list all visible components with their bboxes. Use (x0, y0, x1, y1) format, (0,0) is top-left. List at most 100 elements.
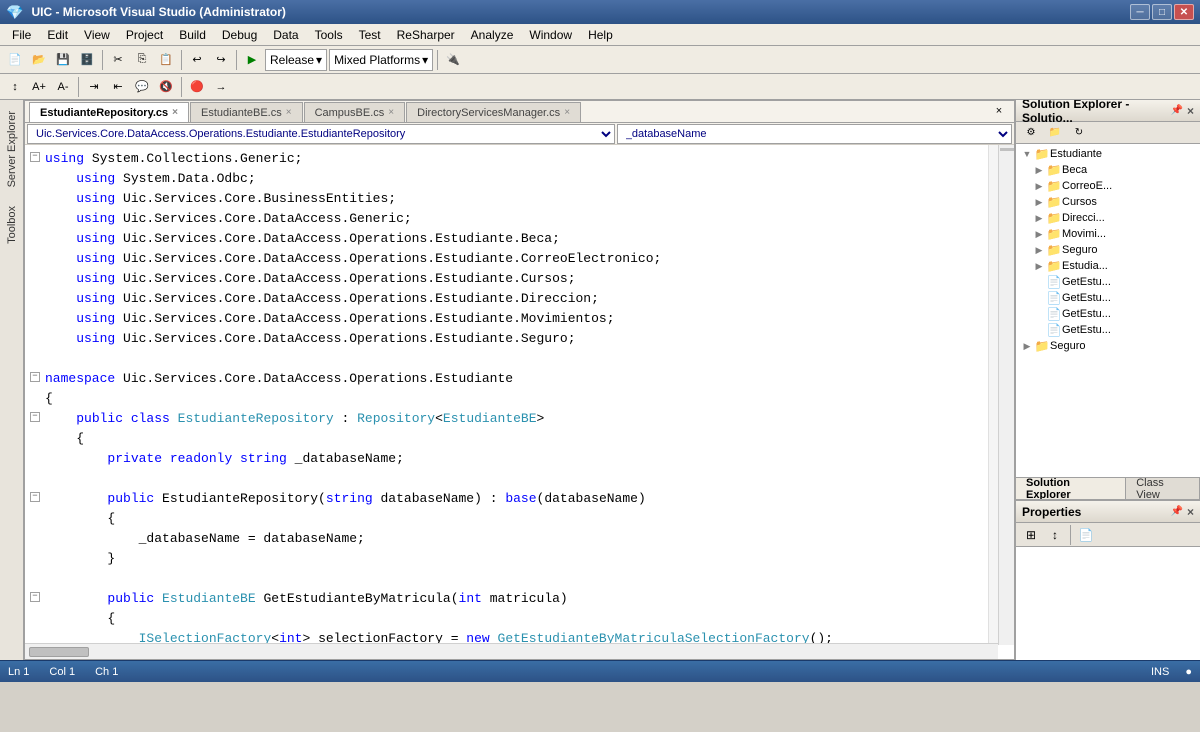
menu-item-edit[interactable]: Edit (39, 26, 76, 44)
tree-item-getestu1[interactable]: 📄 GetEstu... (1016, 274, 1200, 290)
menu-item-data[interactable]: Data (265, 26, 306, 44)
expand-23[interactable]: − (29, 589, 43, 604)
tab-close-3[interactable]: × (564, 107, 570, 118)
btn-r2-2[interactable]: A+ (28, 76, 50, 98)
tree-expand[interactable]: ▶ (1020, 341, 1034, 352)
redo-btn[interactable]: ↪ (210, 49, 232, 71)
maximize-button[interactable]: □ (1152, 4, 1172, 20)
tree-expand[interactable]: ▶ (1032, 245, 1046, 256)
step-btn[interactable]: → (210, 76, 232, 98)
new-project-btn[interactable]: 📄 (4, 49, 26, 71)
menu-item-help[interactable]: Help (580, 26, 621, 44)
uncomment-btn[interactable]: 🔇 (155, 76, 177, 98)
solution-refresh-btn[interactable]: ↻ (1068, 122, 1090, 144)
code-line: using Uic.Services.Core.DataAccess.Opera… (25, 329, 1014, 349)
paste-btn[interactable]: 📋 (155, 49, 177, 71)
tab-campus-be[interactable]: CampusBE.cs × (304, 102, 406, 122)
tree-item-correo[interactable]: ▶ 📁 CorreoE... (1016, 178, 1200, 194)
menu-item-tools[interactable]: Tools (307, 26, 351, 44)
cut-btn[interactable]: ✂ (107, 49, 129, 71)
tree-item-getestu2[interactable]: 📄 GetEstu... (1016, 290, 1200, 306)
menu-item-debug[interactable]: Debug (214, 26, 265, 44)
bp-btn[interactable]: 🔴 (186, 76, 208, 98)
status-ln: Ln 1 (8, 666, 29, 678)
pin-button[interactable]: 📌 (1169, 104, 1185, 117)
tab-close-window[interactable]: × (988, 100, 1010, 122)
menu-item-build[interactable]: Build (171, 26, 214, 44)
properties-close-button[interactable]: × (1187, 505, 1194, 519)
tree-expand[interactable]: ▶ (1032, 165, 1046, 176)
indent-btn[interactable]: ⇥ (83, 76, 105, 98)
btn-r2-3[interactable]: A- (52, 76, 74, 98)
platform-dropdown[interactable]: Mixed Platforms ▾ (329, 49, 433, 71)
run-btn[interactable]: ▶ (241, 49, 263, 71)
menu-item-resharper[interactable]: ReSharper (389, 26, 463, 44)
tree-expand[interactable]: ▶ (1032, 261, 1046, 272)
solution-properties-btn[interactable]: ⚙ (1020, 122, 1042, 144)
solution-explorer-tab[interactable]: Solution Explorer (1016, 478, 1126, 499)
tree-expand[interactable]: ▶ (1032, 181, 1046, 192)
undo-btn[interactable]: ↩ (186, 49, 208, 71)
tab-close-0[interactable]: × (172, 107, 178, 118)
expand-18[interactable]: − (29, 489, 43, 504)
scope-selector[interactable]: Uic.Services.Core.DataAccess.Operations.… (27, 124, 615, 144)
copy-btn[interactable]: ⎘ (131, 49, 153, 71)
status-indicator: ● (1185, 666, 1192, 678)
save-btn[interactable]: 💾 (52, 49, 74, 71)
prop-categorized-btn[interactable]: ⊞ (1020, 524, 1042, 546)
save-all-btn[interactable]: 🗄️ (76, 49, 98, 71)
menu-item-analyze[interactable]: Analyze (463, 26, 522, 44)
tree-item-getestu4[interactable]: 📄 GetEstu... (1016, 322, 1200, 338)
prop-alpha-btn[interactable]: ↕ (1044, 524, 1066, 546)
horizontal-scrollbar[interactable] (25, 643, 998, 659)
tab-close-2[interactable]: × (388, 107, 394, 118)
properties-pin-button[interactable]: 📌 (1169, 505, 1185, 518)
tree-expand[interactable]: ▶ (1032, 197, 1046, 208)
tree-item-movimientos[interactable]: ▶ 📁 Movimi... (1016, 226, 1200, 242)
expand-14[interactable]: − (29, 409, 43, 424)
menu-item-test[interactable]: Test (351, 26, 389, 44)
toolbox-tab[interactable]: Toolbox (3, 197, 21, 253)
menu-item-window[interactable]: Window (521, 26, 580, 44)
tab-estudiante-repo[interactable]: EstudianteRepository.cs × (29, 102, 189, 122)
configuration-dropdown[interactable]: Release ▾ (265, 49, 327, 71)
tree-expand[interactable]: ▼ (1020, 149, 1034, 159)
tree-item-getestu3[interactable]: 📄 GetEstu... (1016, 306, 1200, 322)
code-line: − public class EstudianteRepository : Re… (25, 409, 1014, 429)
close-panel-button[interactable]: × (1187, 104, 1194, 118)
server-explorer-tab[interactable]: Server Explorer (3, 102, 21, 196)
tree-item-beca[interactable]: ▶ 📁 Beca (1016, 162, 1200, 178)
member-selector[interactable]: _databaseName (617, 124, 1012, 144)
tree-expand[interactable]: ▶ (1032, 213, 1046, 224)
solution-show-all-btn[interactable]: 📁 (1044, 122, 1066, 144)
btn-r2-1[interactable]: ↕ (4, 76, 26, 98)
tree-item-estudiante[interactable]: ▼ 📁 Estudiante (1016, 146, 1200, 162)
class-view-tab[interactable]: Class View (1126, 478, 1200, 499)
attach-btn[interactable]: 🔌 (442, 49, 464, 71)
expand-12[interactable]: − (29, 369, 43, 384)
tab-estudiante-be[interactable]: EstudianteBE.cs × (190, 102, 303, 122)
tree-item-seguro-root[interactable]: ▶ 📁 Seguro (1016, 338, 1200, 354)
menu-item-view[interactable]: View (76, 26, 118, 44)
tab-directory-services[interactable]: DirectoryServicesManager.cs × (406, 102, 581, 122)
tree-item-seguro[interactable]: ▶ 📁 Seguro (1016, 242, 1200, 258)
tree-expand[interactable]: ▶ (1032, 229, 1046, 240)
tree-label: Estudiante (1050, 148, 1102, 160)
tree-item-estudiante-sub[interactable]: ▶ 📁 Estudia... (1016, 258, 1200, 274)
expand-1[interactable]: − (29, 149, 43, 164)
code-line: private readonly string _databaseName; (25, 449, 1014, 469)
minimize-button[interactable]: ─ (1130, 4, 1150, 20)
comment-btn[interactable]: 💬 (131, 76, 153, 98)
tab-close-1[interactable]: × (286, 107, 292, 118)
unindent-btn[interactable]: ⇤ (107, 76, 129, 98)
menu-item-file[interactable]: File (4, 26, 39, 44)
code-editor[interactable]: − using System.Collections.Generic; usin… (25, 145, 1014, 659)
tree-item-cursos[interactable]: ▶ 📁 Cursos (1016, 194, 1200, 210)
menu-item-project[interactable]: Project (118, 26, 171, 44)
close-button[interactable]: ✕ (1174, 4, 1194, 20)
tree-item-direccion[interactable]: ▶ 📁 Direcci... (1016, 210, 1200, 226)
prop-page-btn[interactable]: 📄 (1075, 524, 1097, 546)
open-btn[interactable]: 📂 (28, 49, 50, 71)
folder-icon: 📁 (1046, 243, 1062, 257)
window-controls: ─ □ ✕ (1130, 4, 1194, 20)
